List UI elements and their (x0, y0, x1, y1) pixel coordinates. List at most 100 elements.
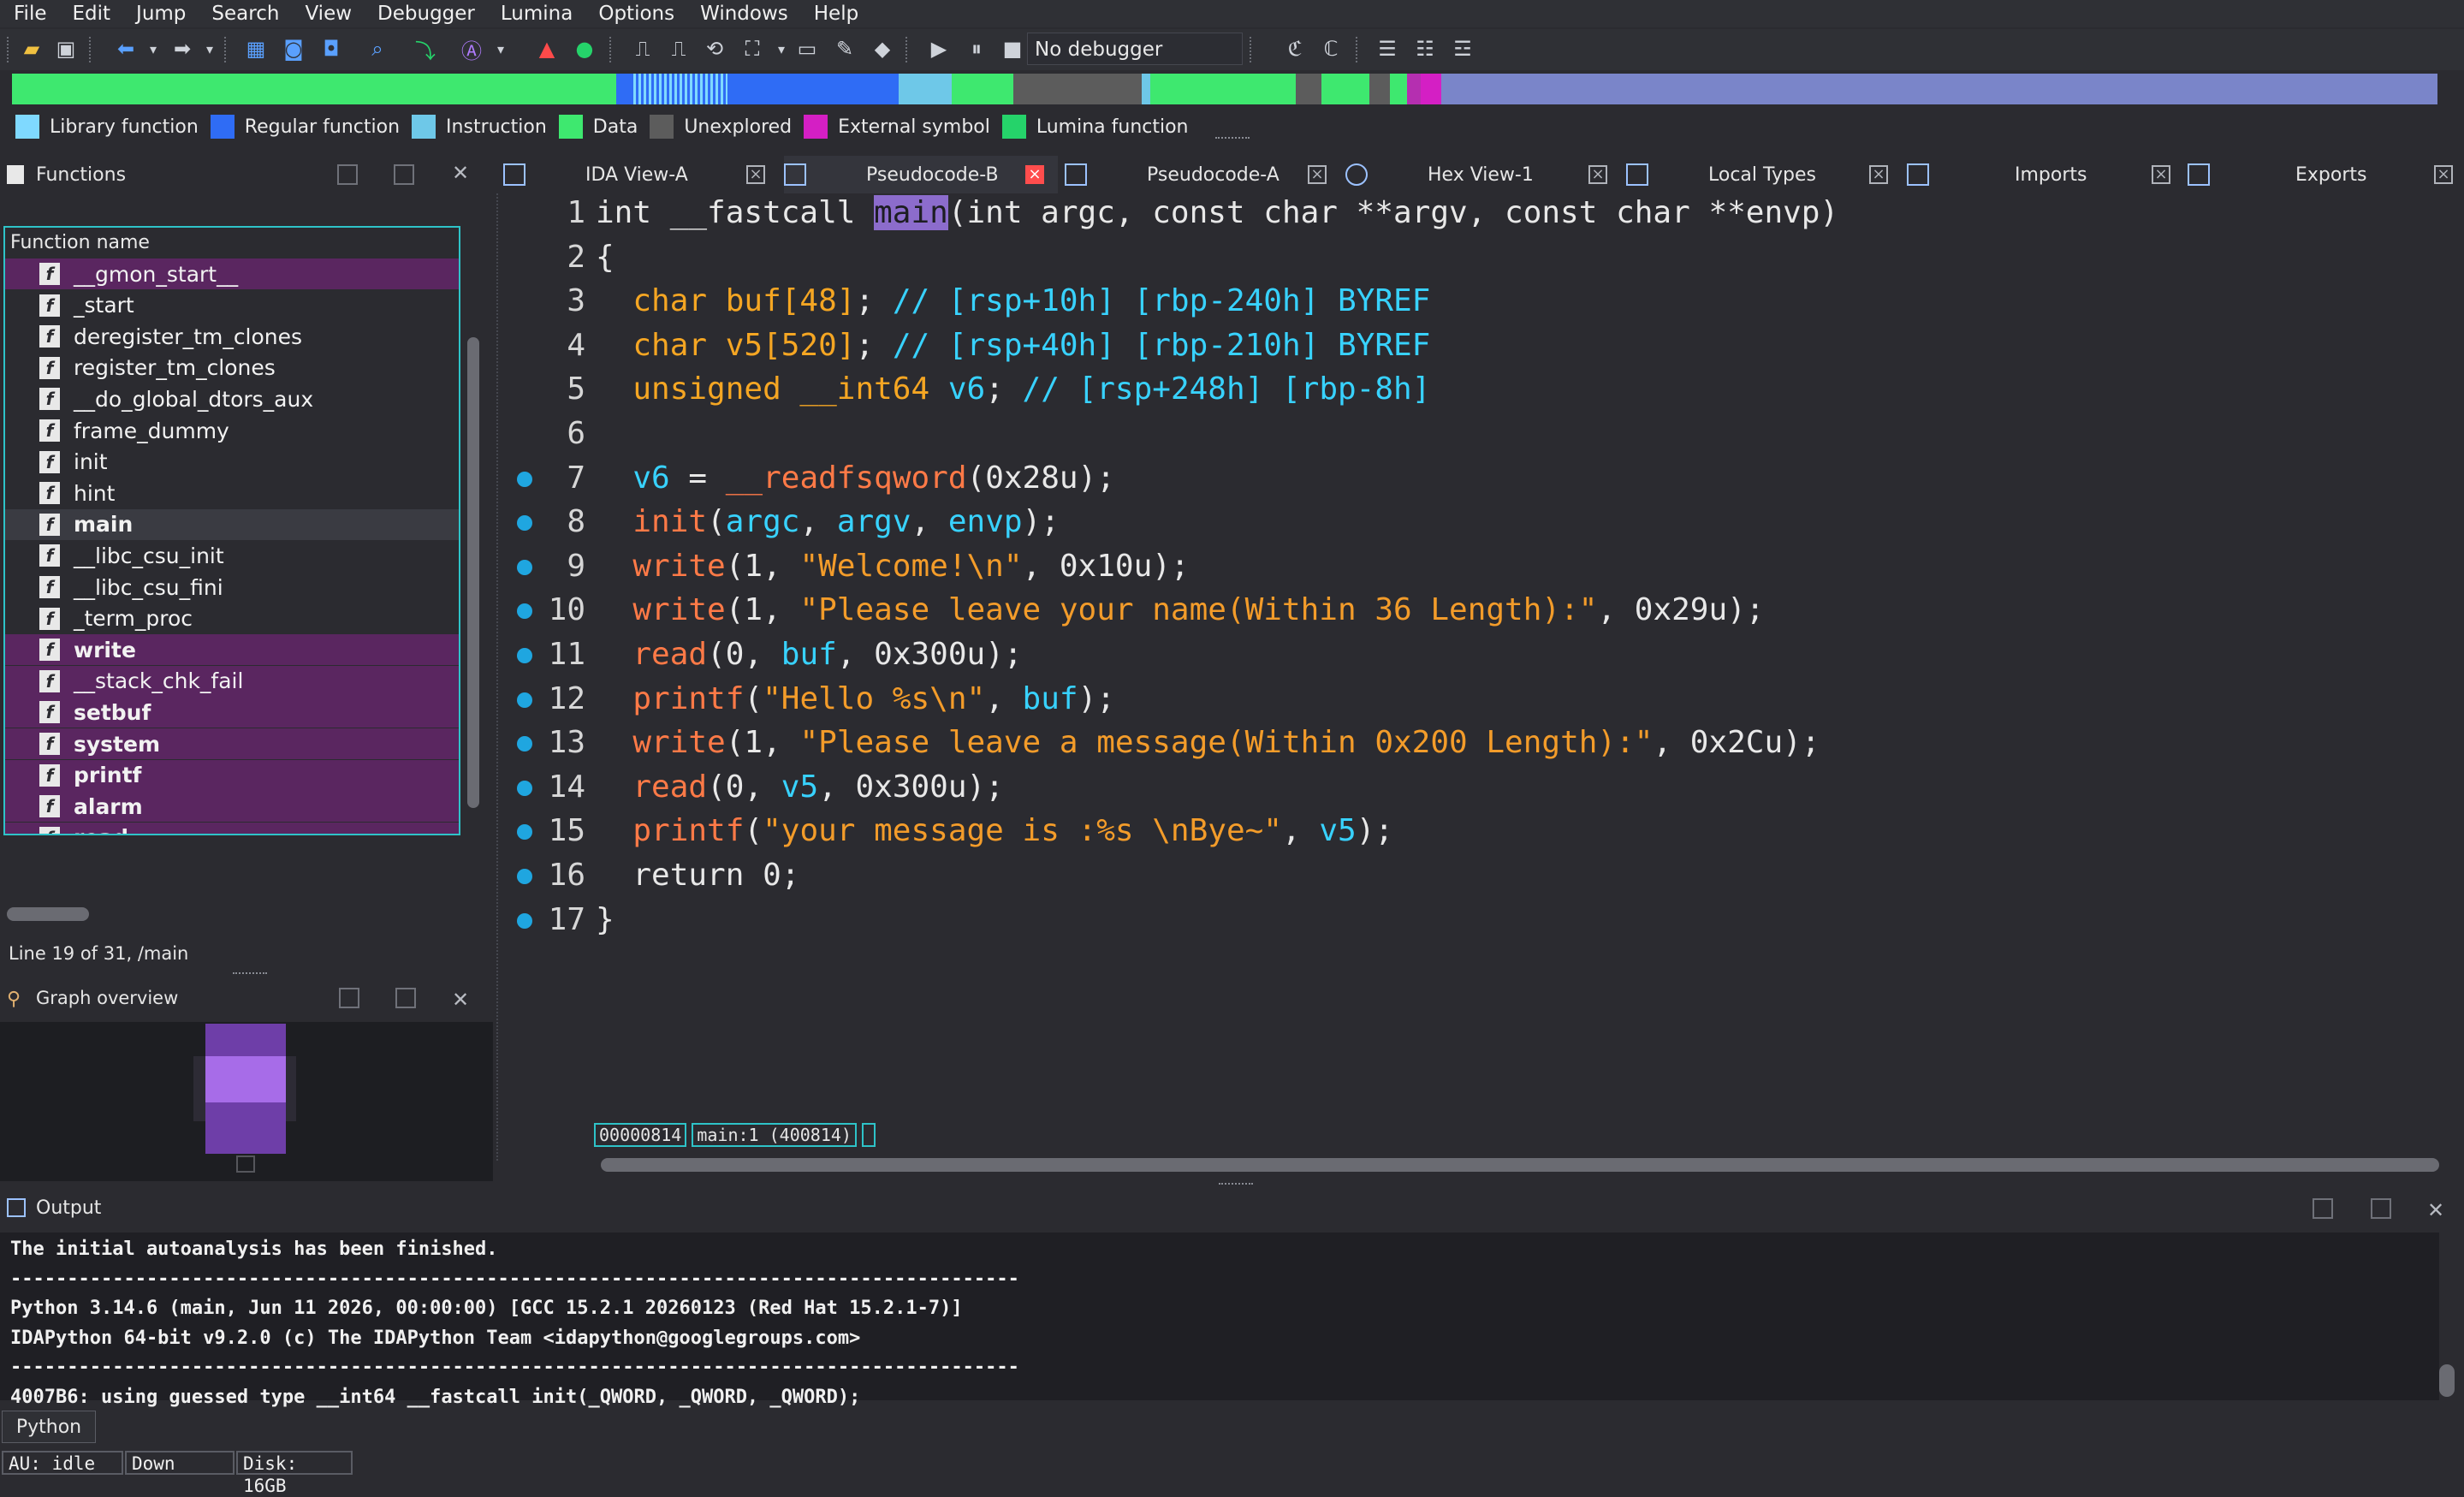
breakpoint-dot-icon[interactable] (517, 648, 532, 663)
menu-help[interactable]: Help (801, 0, 871, 27)
function-item[interactable]: f hint (5, 478, 459, 508)
close-icon[interactable]: ✕ (2427, 1195, 2444, 1226)
code-text[interactable]: { (596, 238, 615, 277)
scrollbar-thumb[interactable] (2439, 1364, 2455, 1397)
code-view-icon[interactable]: ▦ (241, 34, 270, 63)
frame-icon[interactable]: ▭ (793, 34, 822, 63)
code-line[interactable]: 17} (517, 900, 2464, 940)
function-item[interactable]: f __do_global_dtors_aux (5, 383, 459, 414)
function-item[interactable]: f init (5, 447, 459, 478)
search-binary-icon[interactable]: ⌕ (363, 34, 392, 63)
save-icon[interactable]: ▣ (51, 34, 80, 63)
splitter-grip[interactable] (233, 972, 267, 977)
menu-windows[interactable]: Windows (687, 0, 801, 27)
code-line[interactable]: 4 char v5[520]; // [rsp+40h] [rbp-210h] … (517, 326, 2464, 365)
breakpoint-dot-icon[interactable] (517, 559, 532, 575)
breakpoint-dot-icon[interactable] (517, 471, 532, 487)
warning-icon[interactable]: ▲ (532, 34, 561, 63)
function-item[interactable]: f deregister_tm_clones (5, 321, 459, 352)
code-text[interactable]: read(0, buf, 0x300u); (596, 635, 1022, 674)
code-line[interactable]: 3 char buf[48]; // [rsp+10h] [rbp-240h] … (517, 282, 2464, 321)
code-text[interactable]: read(0, v5, 0x300u); (596, 768, 1004, 807)
tab-close-icon[interactable]: × (1869, 165, 1888, 184)
scrollbar-thumb[interactable] (601, 1158, 2439, 1172)
functions-horizontal-scrollbar[interactable] (3, 904, 457, 923)
enum-icon[interactable]: ⎍ (664, 34, 693, 63)
command-input[interactable] (99, 1411, 2461, 1443)
function-item[interactable]: f setbuf (5, 697, 459, 728)
restore-window-icon[interactable] (395, 988, 416, 1008)
function-item[interactable]: f read (5, 822, 459, 834)
code-line[interactable]: 1 int __fastcall main(int argc, const cha… (517, 193, 2464, 233)
functions-vertical-scrollbar[interactable] (464, 226, 483, 808)
generate-code-icon[interactable]: ℂ (1316, 34, 1345, 63)
breakpoint-dot-icon[interactable] (517, 515, 532, 532)
code-text[interactable]: write(1, "Please leave a message(Within … (596, 723, 1820, 763)
menu-file[interactable]: File (0, 0, 60, 27)
column-header-function-name[interactable]: Function name (5, 228, 459, 258)
code-horizontal-scrollbar[interactable] (597, 1155, 2443, 1174)
forward-arrow-icon[interactable]: ➡ (168, 34, 197, 63)
struct-icon[interactable]: ⎍ (628, 34, 657, 63)
text-icon[interactable]: Ⓐ (457, 34, 486, 63)
menu-debugger[interactable]: Debugger (365, 0, 488, 27)
pseudocode-view[interactable]: 1 int __fastcall main(int argc, const cha… (517, 193, 2464, 1135)
graph-icon[interactable]: ⛶ (738, 34, 767, 63)
menu-options[interactable]: Options (585, 0, 687, 27)
code-text[interactable]: char v5[520]; // [rsp+40h] [rbp-210h] BY… (596, 326, 1430, 365)
tab-close-icon[interactable]: × (746, 165, 765, 184)
float-window-icon[interactable] (2313, 1198, 2333, 1219)
add-breakpoint-icon[interactable]: ☷ (1410, 34, 1440, 63)
function-item[interactable]: f main (5, 508, 459, 540)
breakpoint-list-icon[interactable]: ☰ (1373, 34, 1402, 63)
back-dropdown-icon[interactable]: ▾ (139, 34, 168, 63)
graph-overview-canvas[interactable] (0, 1022, 493, 1181)
hex-icon[interactable]: ◘ (317, 34, 346, 63)
output-console[interactable]: The initial autoanalysis has been finish… (0, 1233, 2439, 1408)
breakpoint-dot-icon[interactable] (517, 736, 532, 752)
functions-list[interactable]: Function name f __gmon_start__ f _start f der… (3, 226, 460, 835)
code-line[interactable]: 10 write(1, "Please leave your name(With… (517, 591, 2464, 630)
breakpoint-dot-icon[interactable] (517, 780, 532, 796)
tab-hex-view-1[interactable]: Hex View-1 × (1345, 156, 1619, 193)
play-icon[interactable]: ▶ (924, 34, 953, 63)
code-text[interactable]: printf("Hello %s\n", buf); (596, 680, 1115, 719)
tab-pseudocode-a[interactable]: Pseudocode-A × (1065, 156, 1339, 193)
function-item[interactable]: f __gmon_start__ (5, 258, 459, 289)
step-into-icon[interactable]: ⤵ (411, 34, 440, 63)
code-line[interactable]: 12 printf("Hello %s\n", buf); (517, 680, 2464, 719)
binary-icon[interactable]: ◙ (279, 34, 308, 63)
code-text[interactable]: } (596, 900, 615, 940)
navband-start[interactable] (12, 74, 41, 104)
open-folder-icon[interactable]: ▰ (17, 34, 46, 63)
tab-close-icon[interactable]: × (2434, 165, 2453, 184)
function-item[interactable]: f write (5, 634, 459, 666)
code-line[interactable]: 7 v6 = __readfsqword(0x28u); (517, 459, 2464, 498)
menu-search[interactable]: Search (199, 0, 292, 27)
code-text[interactable]: return 0; (596, 856, 799, 895)
debugger-select[interactable]: No debugger (1027, 33, 1243, 65)
function-item[interactable]: f printf (5, 759, 459, 791)
code-text[interactable]: init(argc, argv, envp); (596, 502, 1060, 542)
close-icon[interactable]: ✕ (452, 161, 469, 185)
toolbar-grip[interactable] (7, 37, 12, 62)
code-line[interactable]: 8 init(argc, argv, envp); (517, 502, 2464, 542)
tab-pseudocode-b[interactable]: Pseudocode-B × (784, 156, 1058, 193)
breakpoint-dot-icon[interactable] (517, 603, 532, 620)
function-item[interactable]: f __libc_csu_fini (5, 572, 459, 603)
function-item[interactable]: f _term_proc (5, 603, 459, 634)
list-indent-icon[interactable]: ☲ (1448, 34, 1477, 63)
tab-close-icon[interactable]: × (2152, 165, 2170, 184)
tab-imports[interactable]: Imports × (1907, 156, 2181, 193)
menu-edit[interactable]: Edit (60, 0, 124, 27)
tab-exports[interactable]: Exports × (2188, 156, 2461, 193)
tab-close-icon[interactable]: × (1588, 165, 1607, 184)
graph-dropdown-icon[interactable]: ▾ (767, 34, 796, 63)
breakpoint-dot-icon[interactable] (517, 912, 532, 929)
tab-close-icon[interactable]: × (1025, 165, 1044, 184)
code-line[interactable]: 15 printf("your message is :%s \nBye~", … (517, 811, 2464, 851)
code-line[interactable]: 11 read(0, buf, 0x300u); (517, 635, 2464, 674)
function-item[interactable]: f __libc_csu_init (5, 540, 459, 571)
tab-local-types[interactable]: Local Types × (1626, 156, 1900, 193)
vertical-splitter[interactable] (496, 193, 500, 1161)
